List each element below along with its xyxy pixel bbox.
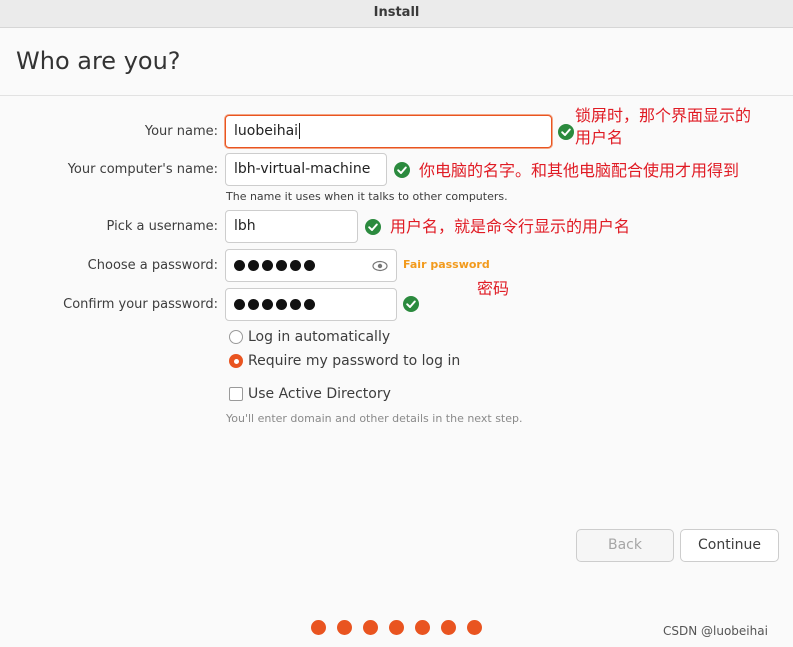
require-password-radio[interactable] (229, 354, 243, 368)
username-value: lbh (234, 218, 256, 234)
watermark: CSDN @luobeihai (663, 624, 768, 638)
require-password-option[interactable]: Require my password to log in (229, 353, 460, 369)
name-input[interactable]: luobeihai (225, 115, 552, 148)
computer-name-input[interactable]: lbh-virtual-machine (225, 153, 387, 186)
continue-button[interactable]: Continue (680, 529, 779, 562)
login-automatically-radio[interactable] (229, 330, 243, 344)
page-title: Who are you? (16, 47, 181, 75)
active-directory-option[interactable]: Use Active Directory (229, 386, 391, 402)
text-caret (299, 123, 301, 139)
progress-indicator (311, 620, 482, 635)
confirm-password-label: Confirm your password: (63, 297, 218, 312)
progress-step (337, 620, 352, 635)
username-valid-check-icon (365, 219, 381, 235)
active-directory-checkbox[interactable] (229, 387, 243, 401)
username-input[interactable]: lbh (225, 210, 358, 243)
name-annotation-line1: 锁屏时，那个界面显示的 (575, 106, 752, 125)
window-title: Install (0, 0, 793, 28)
progress-step (311, 620, 326, 635)
computer-name-valid-check-icon (394, 162, 410, 178)
computer-name-annotation: 你电脑的名字。和其他电脑配合使用才用得到 (419, 161, 740, 180)
active-directory-label: Use Active Directory (248, 386, 391, 402)
password-mask (234, 250, 388, 281)
name-valid-check-icon (558, 124, 574, 140)
password-strength: Fair password (403, 258, 490, 271)
password-label: Choose a password: (87, 258, 218, 273)
login-automatically-label: Log in automatically (248, 329, 391, 345)
password-annotation: 密码 (477, 279, 510, 298)
computer-name-hint: The name it uses when it talks to other … (226, 190, 508, 203)
name-annotation-line2: 用户名 (575, 128, 624, 147)
username-annotation: 用户名，就是命令行显示的用户名 (390, 217, 631, 236)
name-label: Your name: (144, 124, 218, 139)
progress-step (389, 620, 404, 635)
confirm-password-input[interactable] (225, 288, 397, 321)
require-password-label: Require my password to log in (248, 353, 461, 369)
login-automatically-option[interactable]: Log in automatically (229, 329, 390, 345)
show-password-eye-icon[interactable] (372, 258, 388, 278)
header-divider (0, 95, 793, 96)
computer-name-label: Your computer's name: (67, 162, 218, 177)
name-value: luobeihai (234, 123, 299, 139)
confirm-password-valid-check-icon (403, 296, 419, 312)
progress-step (363, 620, 378, 635)
username-label: Pick a username: (106, 219, 218, 234)
progress-step (467, 620, 482, 635)
progress-step (441, 620, 456, 635)
confirm-password-mask (234, 289, 388, 320)
computer-name-value: lbh-virtual-machine (234, 161, 371, 177)
active-directory-hint: You'll enter domain and other details in… (226, 412, 523, 425)
progress-step (415, 620, 430, 635)
back-button[interactable]: Back (576, 529, 674, 562)
